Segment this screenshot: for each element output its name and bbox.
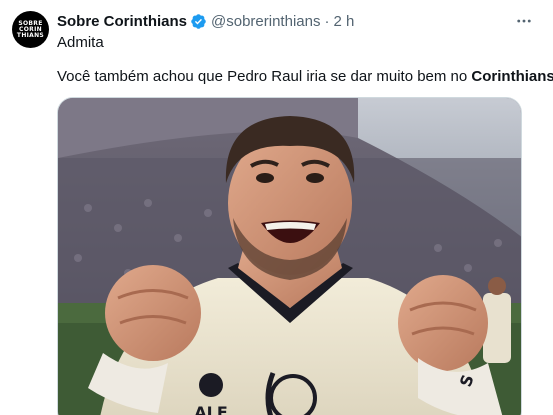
tweet-text-prefix: Você também achou que Pedro Raul iria se… <box>57 68 472 85</box>
player-photo: ALE S <box>58 98 521 415</box>
tweet-text: Você também achou que Pedro Raul iria se… <box>57 68 553 85</box>
separator: · <box>324 12 330 30</box>
timestamp[interactable]: 2 h <box>333 13 354 30</box>
avatar-logo: SOBRE CORIN THIANS <box>16 19 45 39</box>
handle[interactable]: @sobrerinthians <box>211 13 320 30</box>
tweet-media-photo[interactable]: ALE S <box>57 97 522 415</box>
tweet-subtitle: Admita <box>57 34 104 51</box>
tweet-text-bold: Corinthians <box>471 68 553 85</box>
tweet: SOBRE CORIN THIANS Sobre Corinthians @so… <box>0 0 553 415</box>
avatar[interactable]: SOBRE CORIN THIANS <box>12 11 49 48</box>
display-name[interactable]: Sobre Corinthians <box>57 13 187 30</box>
verified-badge-icon <box>190 13 207 30</box>
tweet-header: Sobre Corinthians @sobrerinthians · 2 h <box>57 11 533 31</box>
sponsor-logo: ALE <box>194 403 228 415</box>
more-options-icon[interactable] <box>515 12 533 30</box>
